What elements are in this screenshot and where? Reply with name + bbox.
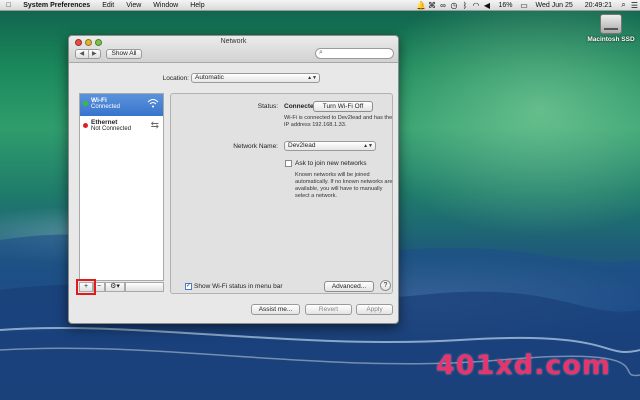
chevron-updown-icon: ▲▼	[307, 75, 317, 81]
gear-menu-button[interactable]: ⚙▾	[105, 282, 125, 292]
back-arrow-icon[interactable]: ◀	[76, 50, 89, 58]
service-list: Wi-Fi Connected Ethernet Not Connected ⇆	[79, 93, 164, 281]
menu-app-name[interactable]: System Preferences	[17, 2, 96, 9]
sidebar-button-bar	[125, 282, 164, 292]
menu-edit[interactable]: Edit	[96, 2, 120, 9]
apply-button[interactable]: Apply	[356, 304, 393, 315]
detail-pane: Status: Connected Turn Wi-Fi Off Wi-Fi i…	[170, 93, 393, 294]
battery-percent[interactable]: 16%	[493, 2, 519, 9]
status-label: Status:	[257, 103, 278, 110]
spotlight-icon[interactable]: ⌕	[618, 0, 629, 10]
location-label: Location:	[162, 75, 189, 82]
remove-service-button[interactable]: −	[93, 282, 105, 292]
window-title: Network	[220, 38, 247, 45]
menu-help[interactable]: Help	[184, 2, 210, 9]
bluetooth-icon[interactable]: ⌘	[427, 1, 438, 10]
service-item-ethernet[interactable]: Ethernet Not Connected ⇆	[80, 116, 163, 138]
volume-icon[interactable]: ◀	[482, 1, 493, 10]
network-window: Network ◀ ▶ Show All ⌕ Location: Automat…	[68, 35, 399, 324]
network-name-label: Network Name:	[233, 143, 278, 150]
network-name-value: Dev2lead	[288, 142, 316, 149]
hd-label: Macintosh SSD	[587, 36, 635, 43]
service-item-wifi[interactable]: Wi-Fi Connected	[80, 94, 163, 116]
turn-wifi-off-button[interactable]: Turn Wi-Fi Off	[313, 101, 373, 112]
menu-window[interactable]: Window	[147, 2, 184, 9]
wifi-icon	[147, 98, 159, 111]
menu-view[interactable]: View	[120, 2, 147, 9]
time-machine-icon[interactable]: ◷	[449, 1, 460, 10]
assist-me-button[interactable]: Assist me...	[251, 304, 300, 315]
network-name-select[interactable]: Dev2lead ▲▼	[284, 141, 376, 151]
hard-disk-icon	[600, 14, 622, 34]
apple-icon[interactable]: 	[0, 2, 17, 9]
status-description: Wi-Fi is connected to Dev2lead and has t…	[284, 115, 393, 128]
menu-time[interactable]: 20:49:21	[579, 2, 618, 9]
menu-bar:  System Preferences Edit View Window He…	[0, 0, 640, 11]
title-bar: Network ◀ ▶ Show All ⌕	[69, 36, 398, 63]
search-input[interactable]	[315, 48, 394, 59]
revert-button[interactable]: Revert	[305, 304, 352, 315]
wifi-menu-icon[interactable]: ◠	[471, 1, 482, 10]
desktop-hd[interactable]: Macintosh SSD	[586, 14, 636, 43]
forward-arrow-icon[interactable]: ▶	[89, 50, 101, 58]
ask-join-label: Ask to join new networks	[295, 160, 367, 167]
show-wifi-status-label: Show Wi-Fi status in menu bar	[194, 283, 283, 290]
advanced-button[interactable]: Advanced...	[324, 281, 374, 292]
back-forward-control: ◀ ▶	[75, 49, 101, 59]
chevron-updown-icon: ▲▼	[363, 143, 373, 149]
show-wifi-status-checkbox[interactable]: ✓	[185, 283, 192, 290]
status-dot-icon	[83, 123, 88, 128]
menu-date[interactable]: Wed Jun 25	[530, 2, 579, 9]
status-dot-icon	[83, 101, 88, 106]
notification-center-icon[interactable]: ☰	[629, 1, 640, 10]
location-select[interactable]: Automatic ▲▼	[191, 73, 320, 83]
ethernet-arrows-icon: ⇆	[150, 120, 159, 131]
add-service-button[interactable]: +	[76, 279, 96, 295]
bluetooth-status-icon[interactable]: ᛒ	[460, 1, 471, 10]
notification-icon[interactable]: 🔔	[416, 1, 427, 10]
sidebar-buttons: + − ⚙▾	[76, 279, 164, 295]
search-icon: ⌕	[319, 49, 323, 56]
ask-join-checkbox[interactable]	[285, 160, 292, 167]
battery-icon[interactable]: ▭	[519, 1, 530, 10]
help-button[interactable]: ?	[380, 280, 391, 291]
watermark: 401xd.com	[436, 350, 612, 381]
location-value: Automatic	[195, 74, 224, 81]
ask-join-description: Known networks will be joined automatica…	[295, 172, 393, 199]
glasses-icon[interactable]: ∞	[438, 1, 449, 10]
show-all-button[interactable]: Show All	[106, 49, 142, 59]
